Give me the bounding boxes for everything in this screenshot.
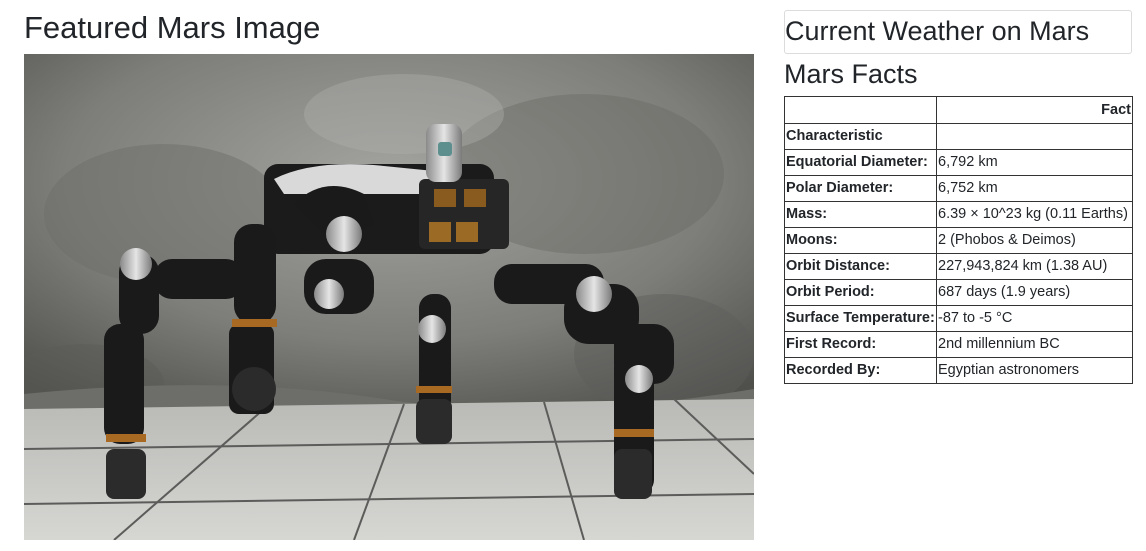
robot-photo: [24, 54, 754, 540]
row-value: 2 (Phobos & Deimos): [936, 227, 1133, 254]
row-value: -87 to -5 °C: [936, 305, 1133, 332]
row-label: Moons:: [784, 227, 937, 254]
table-row: Surface Temperature: -87 to -5 °C: [784, 305, 1133, 332]
row-label: Equatorial Diameter:: [784, 149, 937, 176]
table-index-row: Characteristic: [784, 123, 1133, 150]
row-value: 687 days (1.9 years): [936, 279, 1133, 306]
table-row: Orbit Period: 687 days (1.9 years): [784, 279, 1133, 306]
table-header-row: Fact: [784, 96, 1133, 124]
mars-facts-table: Fact Characteristic Equatorial Diameter:…: [784, 96, 1133, 384]
table-row: Equatorial Diameter: 6,792 km: [784, 149, 1133, 176]
row-label: Orbit Period:: [784, 279, 937, 306]
row-value: 6.39 × 10^23 kg (0.11 Earths): [936, 201, 1133, 228]
index-label: Characteristic: [784, 123, 937, 150]
facts-title: Mars Facts: [784, 59, 918, 89]
featured-image-title: Featured Mars Image: [24, 10, 321, 45]
table-row: Recorded By: Egyptian astronomers: [784, 357, 1133, 384]
row-label: Recorded By:: [784, 357, 937, 384]
table-row: Moons: 2 (Phobos & Deimos): [784, 227, 1133, 254]
header-blank-cell: [784, 96, 937, 124]
table-row: Orbit Distance: 227,943,824 km (1.38 AU): [784, 253, 1133, 280]
page: Featured Mars Image Current Weather on M…: [0, 0, 1146, 551]
weather-panel: Current Weather on Mars: [784, 10, 1132, 54]
row-label: Surface Temperature:: [784, 305, 937, 332]
header-fact-cell: Fact: [936, 96, 1133, 124]
row-value: 6,792 km: [936, 149, 1133, 176]
row-value: 2nd millennium BC: [936, 331, 1133, 358]
row-label: Polar Diameter:: [784, 175, 937, 202]
table-row: Polar Diameter: 6,752 km: [784, 175, 1133, 202]
weather-title: Current Weather on Mars: [785, 16, 1090, 46]
featured-mars-image[interactable]: [24, 54, 754, 540]
row-value: 6,752 km: [936, 175, 1133, 202]
row-label: Orbit Distance:: [784, 253, 937, 280]
table-row: First Record: 2nd millennium BC: [784, 331, 1133, 358]
row-value: 227,943,824 km (1.38 AU): [936, 253, 1133, 280]
row-label: First Record:: [784, 331, 937, 358]
table-row: Mass: 6.39 × 10^23 kg (0.11 Earths): [784, 201, 1133, 228]
row-value: Egyptian astronomers: [936, 357, 1133, 384]
row-label: Mass:: [784, 201, 937, 228]
index-empty-cell: [936, 123, 1133, 150]
